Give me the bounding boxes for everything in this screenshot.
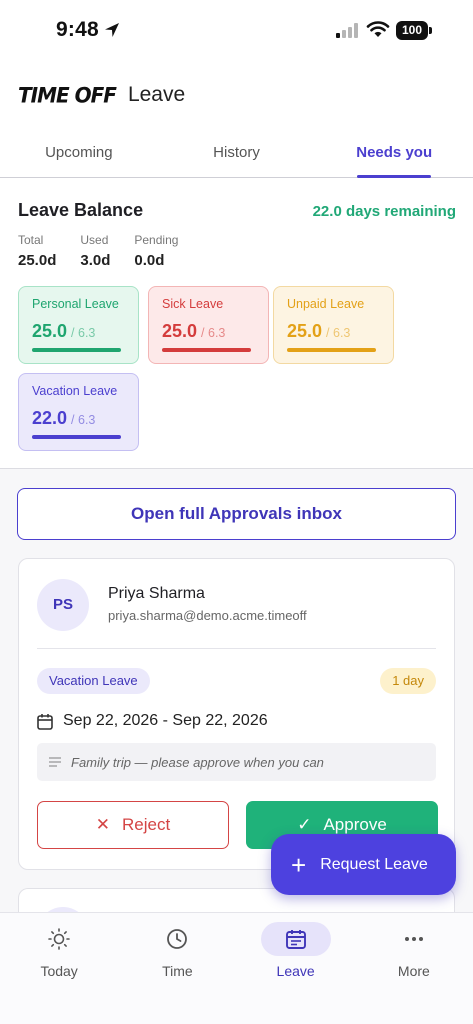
card-balance: 25.0 <box>287 321 323 341</box>
card-progress-bar <box>32 348 121 352</box>
leave-balance-section: Leave Balance 22.0 days remaining Total … <box>18 200 456 269</box>
nav-label: More <box>397 963 430 979</box>
more-icon <box>404 937 423 941</box>
leave-request-card: PS Priya Sharma priya.sharma@demo.acme.t… <box>18 558 455 870</box>
duration-badge: 1 day <box>380 668 436 694</box>
nav-leave[interactable]: Leave <box>237 913 355 1024</box>
bottom-nav: Today Time Leave More <box>0 912 473 1024</box>
close-icon: ✕ <box>95 815 111 834</box>
open-approvals-inbox-button[interactable]: Open full Approvals inbox <box>17 488 456 540</box>
requester-name: Priya Sharma <box>108 585 205 602</box>
card-label: Sick Leave <box>162 297 224 311</box>
wifi-icon <box>366 21 390 37</box>
divider <box>37 648 436 649</box>
note-text: Family trip — please approve when you ca… <box>71 754 324 770</box>
cellular-signal-icon <box>336 23 358 38</box>
note-lines-icon <box>49 757 61 767</box>
card-allowance: / 6.3 <box>326 326 351 340</box>
stat-value: 25.0d <box>18 252 57 269</box>
stat-label: Used <box>80 233 109 247</box>
tab-needs-you[interactable]: Needs you <box>315 132 473 178</box>
stat-total: Total 25.0d <box>18 233 56 269</box>
requester-email: priya.sharma@demo.acme.timeoff <box>108 608 307 623</box>
tab-upcoming[interactable]: Upcoming <box>0 132 158 177</box>
date-range-row: Sep 22, 2026 - Sep 22, 2026 <box>37 712 268 730</box>
stat-used: Used 3.0d <box>80 233 110 269</box>
card-allowance: / 6.3 <box>71 413 96 427</box>
stat-pending: Pending 0.0d <box>134 233 178 269</box>
leave-card-unpaid[interactable]: Unpaid Leave 25.0/ 6.3 <box>273 286 394 364</box>
nav-label: Time <box>162 963 193 979</box>
request-leave-button[interactable]: + Request Leave <box>271 834 456 895</box>
card-label: Personal Leave <box>32 297 119 311</box>
leave-type-badge: Vacation Leave <box>37 668 150 694</box>
status-bar: 9:48 100 <box>0 0 473 60</box>
sun-icon <box>48 928 70 950</box>
status-time: 9:48 <box>56 18 99 41</box>
card-allowance: / 6.3 <box>201 326 226 340</box>
approve-label: Approve <box>323 815 387 834</box>
nav-time[interactable]: Time <box>118 913 236 1024</box>
page-title: Leave <box>127 83 186 106</box>
request-leave-label: Request Leave <box>320 855 428 873</box>
battery-icon: 100 <box>396 21 432 40</box>
location-arrow-icon <box>105 23 119 37</box>
card-label: Unpaid Leave <box>287 297 365 311</box>
leave-card-vacation[interactable]: Vacation Leave 22.0/ 6.3 <box>18 373 139 451</box>
date-range: Sep 22, 2026 - Sep 22, 2026 <box>63 712 268 729</box>
card-balance: 25.0 <box>32 321 68 341</box>
calendar-icon <box>285 930 306 949</box>
calendar-icon <box>37 713 53 730</box>
card-allowance: / 6.3 <box>71 326 96 340</box>
avatar: PS <box>37 579 89 631</box>
card-progress-bar <box>32 435 121 439</box>
check-icon: ✓ <box>297 815 312 834</box>
nav-more[interactable]: More <box>355 913 473 1024</box>
nav-label: Today <box>40 963 78 979</box>
card-balance: 22.0 <box>32 408 68 428</box>
request-note: Family trip — please approve when you ca… <box>37 743 436 781</box>
balance-stats: Total 25.0d Used 3.0d Pending 0.0d <box>18 233 456 269</box>
card-label: Vacation Leave <box>32 384 118 398</box>
stat-label: Total <box>18 233 44 247</box>
nav-label: Leave <box>276 963 315 979</box>
card-progress-bar <box>162 348 251 352</box>
leave-card-sick[interactable]: Sick Leave 25.0/ 6.3 <box>148 286 269 364</box>
reject-button[interactable]: ✕ Reject <box>37 801 229 849</box>
tab-bar: Upcoming History Needs you <box>0 132 473 178</box>
balance-title: Leave Balance <box>18 200 144 220</box>
plus-icon: + <box>291 849 307 880</box>
tab-history[interactable]: History <box>158 132 316 177</box>
reject-label: Reject <box>122 815 171 834</box>
app-header: TIME OFF Leave <box>18 78 185 112</box>
battery-level: 100 <box>396 21 428 40</box>
stat-value: 3.0d <box>80 252 111 269</box>
card-balance: 25.0 <box>162 321 198 341</box>
stat-label: Pending <box>134 233 179 247</box>
days-remaining: 22.0 days remaining <box>312 203 456 220</box>
nav-today[interactable]: Today <box>0 913 118 1024</box>
leave-card-personal[interactable]: Personal Leave 25.0/ 6.3 <box>18 286 139 364</box>
card-progress-bar <box>287 348 376 352</box>
stat-value: 0.0d <box>134 252 165 269</box>
app-logo: TIME OFF <box>18 82 117 108</box>
clock-icon <box>167 929 188 949</box>
